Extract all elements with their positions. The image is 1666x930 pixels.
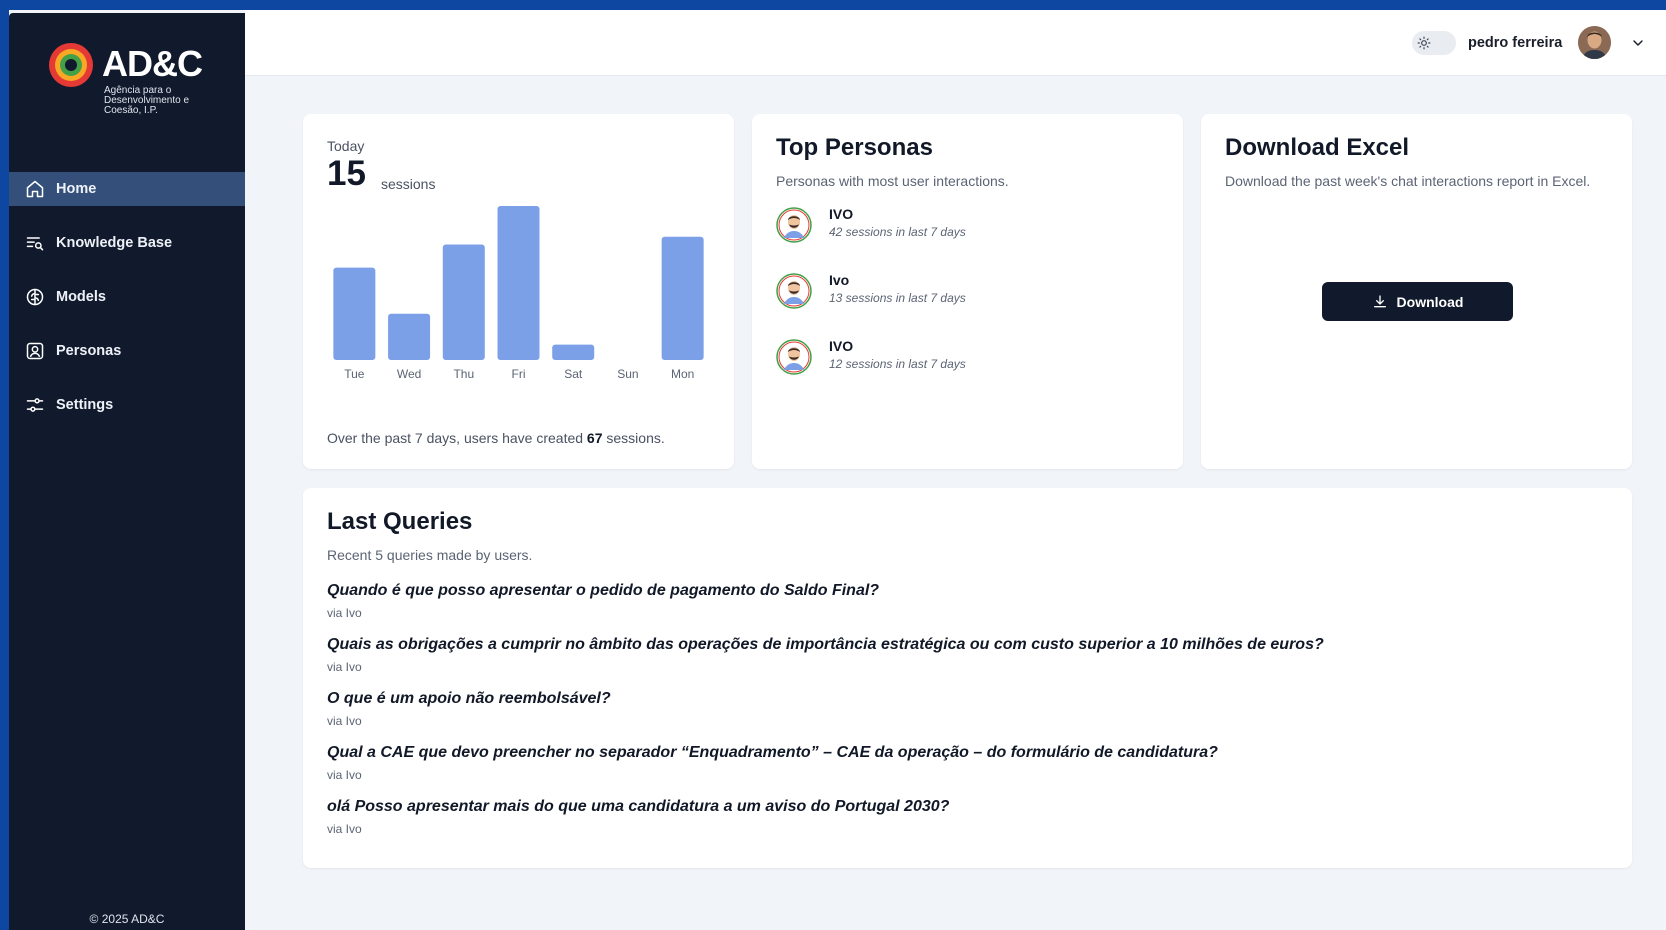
summary-prefix: Over the past 7 days, users have created (327, 430, 584, 446)
card-subtitle: Recent 5 queries made by users. (327, 547, 533, 563)
logo-name: AD&C (102, 43, 203, 84)
sidebar-item-knowledge-base[interactable]: Knowledge Base (9, 226, 245, 260)
persona-meta: 42 sessions in last 7 days (829, 225, 966, 239)
sidebar-item-label: Home (56, 181, 97, 197)
persona-item[interactable]: Ivo 13 sessions in last 7 days (776, 272, 1166, 338)
sidebar-item-settings[interactable]: Settings (9, 388, 245, 422)
bar-thu (442, 244, 485, 360)
query-text: Quais as obrigações a cumprir no âmbito … (327, 636, 1324, 653)
bar-sat (552, 344, 595, 360)
theme-toggle-knob (1415, 34, 1433, 52)
user-avatar-image (1578, 26, 1611, 59)
query-item[interactable]: olá Posso apresentar mais do que uma can… (327, 798, 1617, 852)
persona-item[interactable]: IVO 42 sessions in last 7 days (776, 206, 1166, 272)
summary-suffix: sessions. (606, 430, 665, 446)
download-button-label: Download (1396, 293, 1464, 310)
user-name[interactable]: pedro ferreira (1468, 35, 1562, 51)
avatar[interactable] (1578, 26, 1611, 59)
chevron-down-icon[interactable] (1630, 35, 1646, 51)
persona-avatar-icon (776, 273, 812, 309)
bar-mon (661, 236, 704, 360)
tick-label-wed: Wed (397, 367, 421, 381)
sidebar-item-models[interactable]: Models (9, 280, 245, 314)
persona-avatar-icon (776, 207, 812, 243)
chart-summary: Over the past 7 days, users have created… (327, 430, 665, 446)
sidebar-nav: Home Knowledge Base Models Personas Sett… (9, 172, 245, 442)
persona-name: Ivo (829, 272, 850, 288)
copyright-footer: © 2025 AD&C (89, 912, 165, 926)
persona-avatar-icon (776, 339, 812, 375)
sidebar-item-label: Knowledge Base (56, 235, 173, 251)
query-text: O que é um apoio não reembolsável? (327, 690, 611, 707)
query-item[interactable]: O que é um apoio não reembolsável? via I… (327, 690, 1617, 744)
settings-sliders-icon (26, 398, 44, 412)
sidebar-item-personas[interactable]: Personas (9, 334, 245, 368)
persona-meta: 12 sessions in last 7 days (829, 357, 966, 371)
knowledge-base-icon (26, 237, 44, 251)
top-header: pedro ferreira (245, 10, 1666, 76)
card-title: Last Queries (327, 508, 473, 535)
sidebar-item-home[interactable]: Home (9, 172, 245, 206)
persona-item[interactable]: IVO 12 sessions in last 7 days (776, 338, 1166, 404)
query-source: via Ivo (327, 768, 362, 782)
tick-label-mon: Mon (671, 367, 694, 381)
card-title: Download Excel (1225, 134, 1410, 161)
persona-list: IVO 42 sessions in last 7 days Ivo 13 se… (776, 206, 1166, 404)
download-button[interactable]: Download (1322, 282, 1513, 321)
tick-label-tue: Tue (344, 367, 365, 381)
card-title: Top Personas (776, 134, 933, 161)
home-icon (26, 180, 44, 198)
card-subtitle: Download the past week's chat interactio… (1225, 173, 1591, 189)
logo-rings-icon (49, 43, 93, 87)
last-queries-card: Last Queries Recent 5 queries made by us… (303, 488, 1632, 868)
weekly-sessions-chart: Tue Wed Thu Fri Sat Sun Mon (333, 206, 704, 381)
tick-label-sat: Sat (564, 367, 583, 381)
query-item[interactable]: Quais as obrigações a cumprir no âmbito … (327, 636, 1617, 690)
query-item[interactable]: Quando é que posso apresentar o pedido d… (327, 582, 1617, 636)
summary-count: 67 (586, 430, 603, 446)
query-text: Quando é que posso apresentar o pedido d… (327, 582, 880, 599)
theme-toggle[interactable] (1412, 31, 1456, 55)
sidebar-item-label: Personas (56, 343, 122, 359)
query-text: olá Posso apresentar mais do que uma can… (327, 798, 950, 815)
sidebar-item-label: Settings (56, 397, 114, 413)
card-subtitle: Personas with most user interactions. (776, 173, 1009, 189)
app-window: AD&C Agência para o Desenvolvimento e Co… (9, 10, 1666, 930)
query-source: via Ivo (327, 822, 362, 836)
top-personas-card: Top Personas Personas with most user int… (752, 114, 1183, 469)
sidebar: AD&C Agência para o Desenvolvimento e Co… (9, 13, 245, 930)
tick-label-fri: Fri (512, 367, 526, 381)
persona-name: IVO (829, 338, 854, 354)
brain-icon (26, 288, 44, 306)
persona-name: IVO (829, 206, 854, 222)
download-icon (1373, 294, 1386, 307)
query-list: Quando é que posso apresentar o pedido d… (327, 582, 1617, 852)
query-text: Qual a CAE que devo preencher no separad… (327, 744, 1218, 761)
download-excel-card: Download Excel Download the past week's … (1201, 114, 1632, 469)
query-source: via Ivo (327, 660, 362, 674)
sidebar-item-label: Models (56, 289, 106, 305)
tick-label-thu: Thu (453, 367, 474, 381)
today-sessions-card: Today 15 sessions Tue Wed Thu Fri Sat Sun Mon … (303, 114, 734, 469)
query-source: via Ivo (327, 606, 362, 620)
logo-subtitle: Agência para o Desenvolvimento e Coesão,… (104, 85, 190, 116)
query-source: via Ivo (327, 714, 362, 728)
sun-icon (1417, 36, 1431, 50)
query-item[interactable]: Qual a CAE que devo preencher no separad… (327, 744, 1617, 798)
bar-wed (388, 313, 431, 360)
persona-icon (26, 342, 44, 360)
bar-tue (333, 267, 376, 360)
persona-meta: 13 sessions in last 7 days (829, 291, 966, 305)
tick-label-sun: Sun (617, 367, 638, 381)
logo[interactable]: AD&C Agência para o Desenvolvimento e Co… (47, 41, 217, 131)
bar-fri (497, 206, 540, 360)
